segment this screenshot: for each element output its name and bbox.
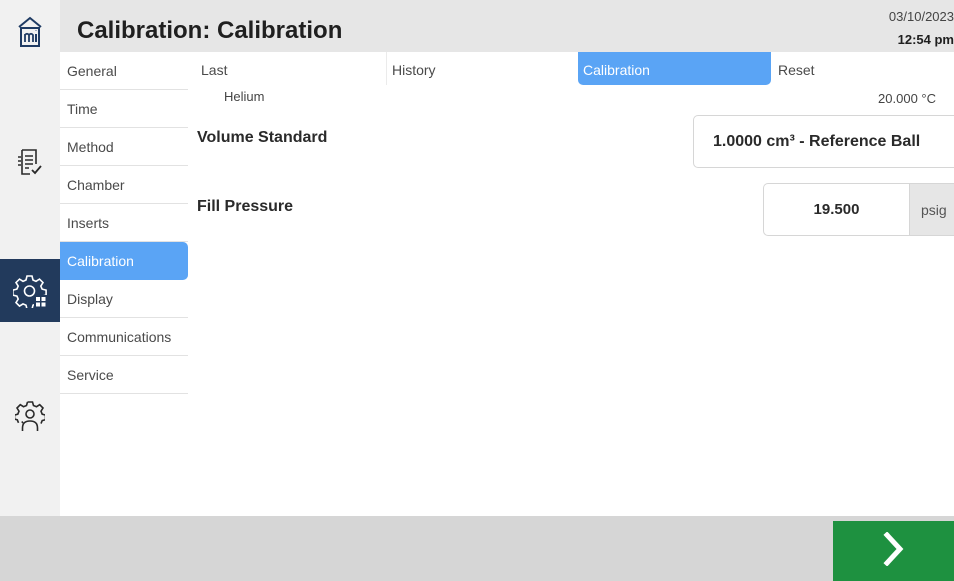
calibration-tabs: Last History Calibration Reset (196, 52, 954, 85)
reports-icon (17, 147, 43, 177)
user-settings-button[interactable] (0, 392, 60, 440)
reports-button[interactable] (0, 138, 60, 186)
menu-item-service[interactable]: Service (60, 356, 188, 394)
chevron-right-icon (882, 530, 905, 571)
temperature-readout: 20.000 °C (878, 91, 936, 106)
nav-rail (0, 0, 60, 516)
tab-last[interactable]: Last (196, 52, 384, 85)
menu-item-general[interactable]: General (60, 52, 188, 90)
menu-item-communications[interactable]: Communications (60, 318, 188, 356)
menu-item-display[interactable]: Display (60, 280, 188, 318)
header-date: 03/10/2023 (888, 9, 954, 24)
fill-pressure-input[interactable]: 19.500 (763, 183, 909, 236)
menu-item-time[interactable]: Time (60, 90, 188, 128)
instrument-settings-icon (13, 274, 47, 308)
header-time: 12:54 pm (897, 32, 954, 47)
tab-reset[interactable]: Reset (773, 52, 954, 85)
fill-pressure-unit: psig (909, 183, 954, 236)
tab-history[interactable]: History (386, 52, 576, 85)
menu-item-inserts[interactable]: Inserts (60, 204, 188, 242)
user-settings-icon (15, 400, 45, 432)
footer-bar (0, 516, 954, 581)
next-button[interactable] (833, 521, 954, 581)
gas-type-label: Helium (224, 89, 265, 104)
settings-menu: General Time Method Chamber Inserts Cali… (60, 52, 188, 394)
volume-standard-select[interactable]: 1.0000 cm³ - Reference Ball (693, 115, 954, 168)
volume-standard-label: Volume Standard (197, 129, 328, 146)
menu-item-method[interactable]: Method (60, 128, 188, 166)
header-bar: Calibration: Calibration 03/10/2023 12:5… (60, 0, 954, 52)
menu-item-calibration[interactable]: Calibration (60, 242, 188, 280)
home-icon (17, 16, 43, 48)
home-button[interactable] (0, 10, 60, 54)
tab-calibration[interactable]: Calibration (578, 52, 771, 85)
fill-pressure-label: Fill Pressure (197, 198, 294, 215)
page-title: Calibration: Calibration (77, 17, 343, 44)
instrument-settings-button[interactable] (0, 259, 60, 322)
menu-item-chamber[interactable]: Chamber (60, 166, 188, 204)
